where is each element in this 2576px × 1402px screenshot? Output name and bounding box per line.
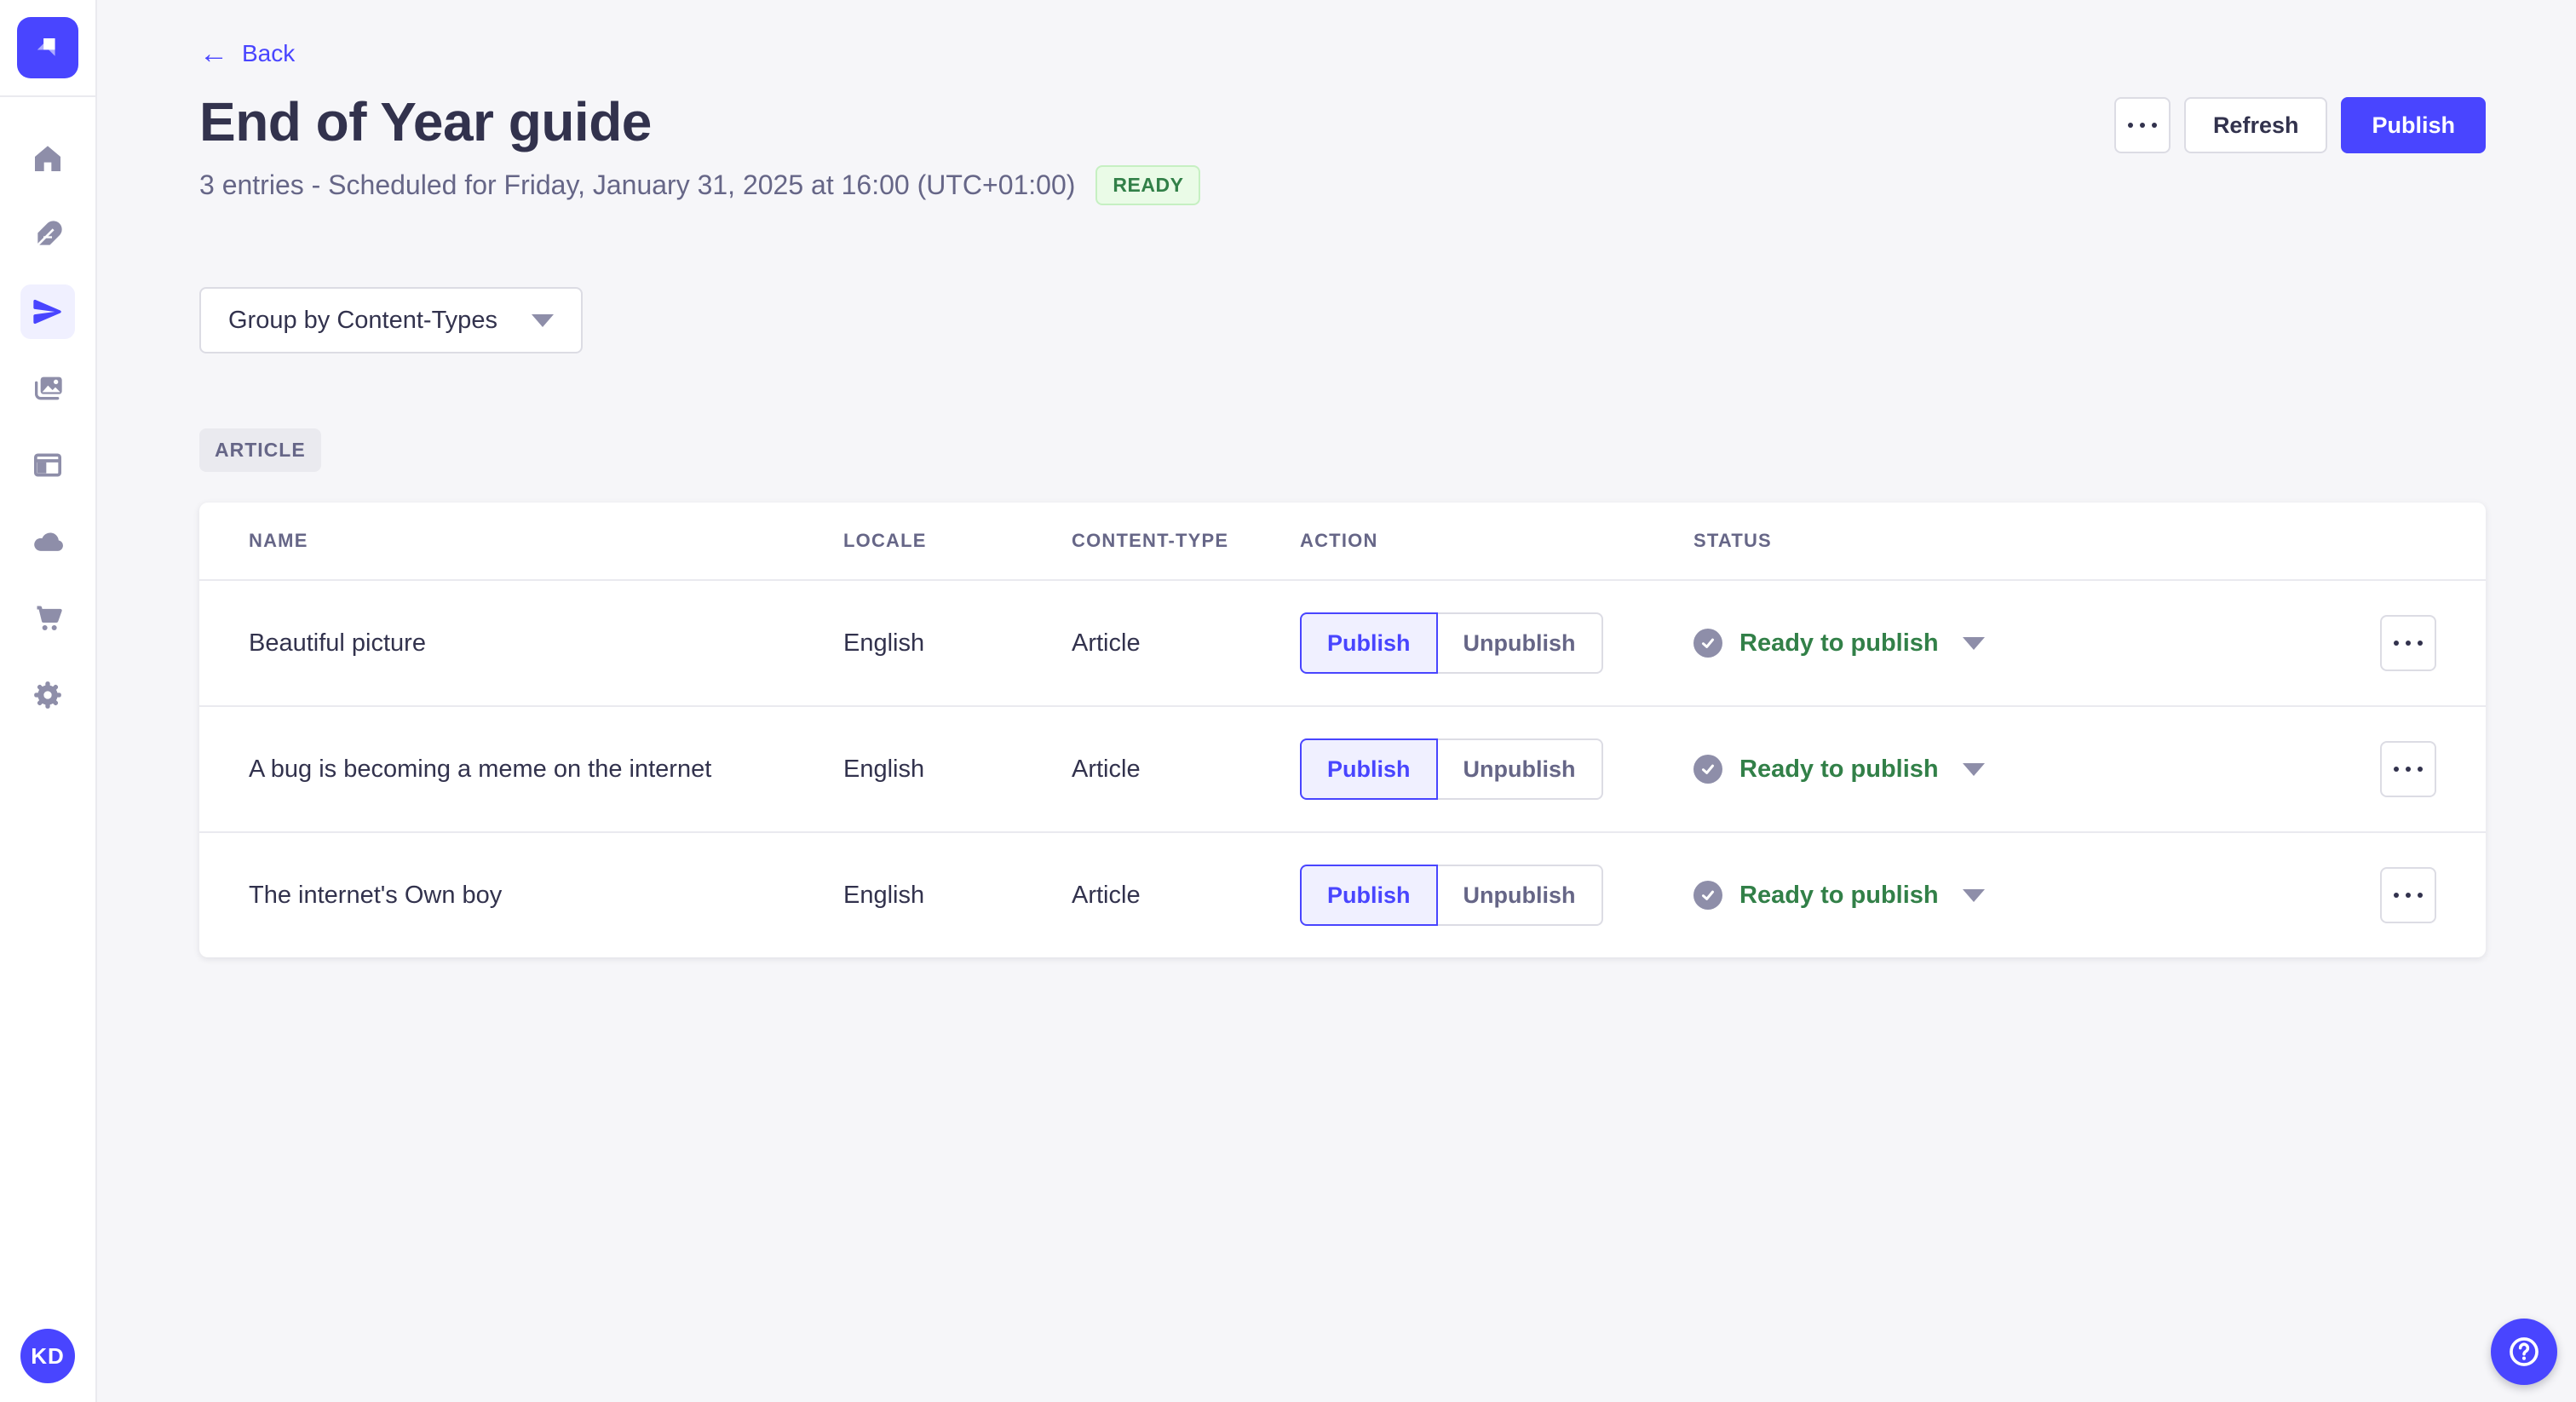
images-icon [35,376,62,400]
title-row: End of Year guide Refresh Publish [199,90,2486,153]
entry-name: The internet's Own boy [249,881,503,909]
table-header-row: NAME LOCALE CONTENT-TYPE ACTION STATUS [199,503,2486,579]
status-caret-icon [1962,762,1985,776]
entry-locale: English [843,881,925,909]
publish-toggle-button[interactable]: Publish [1300,738,1438,800]
page-title: End of Year guide [199,91,652,152]
table-row: Beautiful picture English Article Publis… [199,579,2486,705]
status-check-icon [1693,755,1722,784]
sidebar-item-marketplace[interactable] [20,591,75,646]
main-content: ← Back End of Year guide Refresh Publish… [97,0,2576,1402]
back-arrow-icon: ← [199,37,228,70]
status-label: Ready to publish [1739,881,1939,909]
entry-locale: English [843,629,925,657]
publish-button[interactable]: Publish [2341,97,2486,153]
status-dropdown[interactable]: Ready to publish [1693,881,2380,910]
entries-table: NAME LOCALE CONTENT-TYPE ACTION STATUS B… [199,503,2486,957]
sidebar-item-deploy[interactable] [20,514,75,569]
entry-locale: English [843,755,925,783]
group-by-select[interactable]: Group by Content-Types [199,287,583,353]
strapi-logo[interactable] [17,17,78,78]
row-more-button[interactable] [2380,867,2436,923]
back-link[interactable]: ← Back [199,39,295,68]
ellipsis-icon [2394,641,2423,646]
page-subtitle: 3 entries - Scheduled for Friday, Januar… [199,170,1076,200]
group-by-value: Group by Content-Types [228,306,497,334]
sidebar-item-content-manager[interactable] [20,208,75,262]
publish-toggle-button[interactable]: Publish [1300,865,1438,926]
ellipsis-icon [2394,767,2423,772]
table-row: The internet's Own boy English Article P… [199,831,2486,957]
action-toggle: Publish Unpublish [1300,865,1693,926]
column-header-locale: LOCALE [843,530,927,551]
column-header-name: NAME [249,530,308,551]
back-label: Back [242,40,296,66]
action-toggle: Publish Unpublish [1300,612,1693,674]
unpublish-toggle-button[interactable]: Unpublish [1437,738,1603,800]
refresh-button[interactable]: Refresh [2183,97,2328,153]
status-caret-icon [1962,636,1985,650]
cloud-icon [34,532,63,551]
status-dropdown[interactable]: Ready to publish [1693,629,2380,658]
column-header-status: STATUS [1693,530,1772,551]
subtitle-row: 3 entries - Scheduled for Friday, Januar… [199,165,2486,205]
help-button[interactable] [2491,1319,2557,1385]
home-icon [35,146,60,171]
status-caret-icon [1962,888,1985,902]
question-mark-icon [2510,1337,2539,1366]
sidebar-item-home[interactable] [20,131,75,186]
sidebar: KD [0,0,97,1402]
status-check-icon [1693,881,1722,910]
entry-content-type: Article [1072,881,1141,909]
status-label: Ready to publish [1739,755,1939,783]
column-header-action: ACTION [1300,530,1378,551]
sidebar-item-settings[interactable] [20,668,75,722]
ellipsis-icon [2394,893,2423,898]
row-more-button[interactable] [2380,741,2436,797]
entry-name: A bug is becoming a meme on the internet [249,755,712,783]
user-avatar[interactable]: KD [20,1329,75,1383]
entry-content-type: Article [1072,755,1141,783]
ready-badge: READY [1095,165,1201,205]
gear-icon [34,681,61,709]
ellipsis-icon [2127,123,2157,128]
column-header-content-type: CONTENT-TYPE [1072,530,1229,551]
unpublish-toggle-button[interactable]: Unpublish [1437,612,1603,674]
status-check-icon [1693,629,1722,658]
table-row: A bug is becoming a meme on the internet… [199,705,2486,831]
sidebar-item-media-library[interactable] [20,361,75,416]
status-dropdown[interactable]: Ready to publish [1693,755,2380,784]
entry-name: Beautiful picture [249,629,426,657]
chevron-down-icon [531,313,554,327]
unpublish-toggle-button[interactable]: Unpublish [1437,865,1603,926]
strapi-logo-icon [37,38,55,56]
more-options-button[interactable] [2113,97,2171,153]
sidebar-item-content-type-builder[interactable] [20,438,75,492]
status-label: Ready to publish [1739,629,1939,657]
logo-box [0,0,96,97]
row-more-button[interactable] [2380,615,2436,671]
header-actions: Refresh Publish [2113,97,2486,153]
feather-icon [35,221,62,248]
sidebar-nav [20,97,75,1329]
entry-content-type: Article [1072,629,1141,657]
sidebar-item-releases[interactable] [20,284,75,339]
publish-toggle-button[interactable]: Publish [1300,612,1438,674]
paper-plane-icon [33,299,61,325]
action-toggle: Publish Unpublish [1300,738,1693,800]
layout-icon [34,453,61,477]
cart-icon [37,606,62,630]
article-group-badge: ARTICLE [199,428,321,472]
